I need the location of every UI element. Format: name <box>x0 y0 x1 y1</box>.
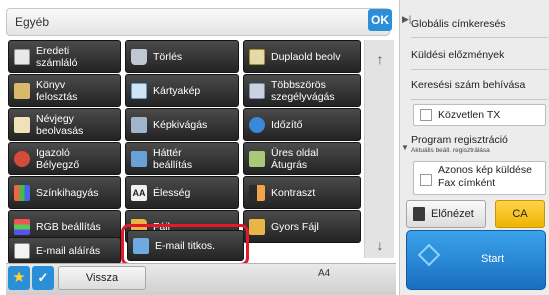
image-crop-button[interactable]: Képkivágás <box>125 108 239 141</box>
timer-button[interactable]: Időzítő <box>243 108 361 141</box>
global-address-search-button[interactable]: Globális címkeresés <box>411 10 548 38</box>
button-label: RGB beállítás <box>36 220 101 233</box>
button-label: Kártyakép <box>153 84 201 97</box>
scroll-down-icon[interactable]: ↓ <box>371 236 389 254</box>
search-number-recall-button[interactable]: Keresési szám behívása <box>411 70 548 100</box>
favorite-star-icon[interactable]: ★ <box>8 266 30 290</box>
book-divide-button[interactable]: Könyv felosztás <box>8 74 121 107</box>
scroll-up-icon[interactable]: ↑ <box>371 50 389 68</box>
rgb-adjust-icon <box>14 218 30 235</box>
erase-button[interactable]: Törlés <box>125 40 239 73</box>
button-label: Kontraszt <box>271 186 316 199</box>
button-label: Eredeti számláló <box>36 44 78 69</box>
selection-highlight <box>121 224 249 266</box>
start-label: Start <box>481 253 505 265</box>
same-image-fax-label: Azonos kép küldése Fax címként <box>438 164 532 189</box>
same-image-fax-checkbox[interactable]: Azonos kép küldése Fax címként <box>413 161 546 195</box>
paper-size-indicator: A4 <box>318 268 331 279</box>
preview-button[interactable]: Előnézet <box>406 200 486 228</box>
button-label: E-mail aláírás <box>36 244 101 257</box>
blank-page-skip-button[interactable]: Üres oldal Átugrás <box>243 142 361 175</box>
business-card-scan-button[interactable]: Névjegy beolvasás <box>8 108 121 141</box>
original-counter-button[interactable]: Eredeti számláló <box>8 40 121 73</box>
quick-file-button[interactable]: Gyors Fájl <box>243 210 361 243</box>
button-label: Duplaold beolv <box>271 50 341 63</box>
sharpness-icon: AA <box>131 184 147 201</box>
background-icon <box>131 150 147 167</box>
button-label: Könyv felosztás <box>36 78 78 103</box>
checkmark-icon[interactable]: ✓ <box>32 266 54 290</box>
button-label: Névjegy beolvasás <box>36 112 84 137</box>
card-shot-button[interactable]: Kártyakép <box>125 74 239 107</box>
multi-crop-icon <box>249 82 265 99</box>
button-label: Üres oldal Átugrás <box>271 146 319 171</box>
program-registration-label: Program regisztráció <box>411 134 508 146</box>
program-registration-sub: Aktuális beáll. regisztrálása <box>411 147 490 154</box>
send-history-button[interactable]: Küldési előzmények <box>411 40 548 70</box>
direct-tx-label: Közvetlen TX <box>438 109 501 121</box>
direct-tx-checkbox[interactable]: Közvetlen TX <box>413 104 546 126</box>
duplex-scan-icon <box>249 48 265 65</box>
contrast-button[interactable]: Kontraszt <box>243 176 361 209</box>
image-crop-icon <box>131 116 147 133</box>
color-skip-button[interactable]: Színkihagyás <box>8 176 121 209</box>
panel-collapse-icon[interactable]: ▶| <box>402 14 411 25</box>
button-label: Időzítő <box>271 118 303 131</box>
erase-icon <box>131 48 147 65</box>
page-title: Egyéb <box>15 15 50 29</box>
clock-icon <box>249 116 265 133</box>
preview-label: Előnézet <box>431 208 474 220</box>
email-signature-button[interactable]: E-mail aláírás <box>8 237 121 264</box>
preview-icon <box>413 207 425 221</box>
original-counter-icon <box>14 48 30 65</box>
checkbox-icon <box>420 174 432 186</box>
button-label: Háttér beállítás <box>153 146 193 171</box>
duplex-scan-button[interactable]: Duplaold beolv <box>243 40 361 73</box>
back-button[interactable]: Vissza <box>58 266 146 290</box>
sharpness-button[interactable]: AA Élesség <box>125 176 239 209</box>
multi-crop-button[interactable]: Többszörös szegélyvágás <box>243 74 361 107</box>
stamp-icon <box>14 150 30 167</box>
button-label: Élesség <box>153 186 191 199</box>
business-card-icon <box>14 116 30 133</box>
blank-page-icon <box>249 150 265 167</box>
checkbox-icon <box>420 109 432 121</box>
button-label: Igazoló Bélyegző <box>36 146 80 171</box>
header-bar: Egyéb <box>6 8 390 36</box>
start-diamond-icon <box>417 243 441 267</box>
panel-scroll-down-icon[interactable]: ▼ <box>401 143 409 152</box>
quick-file-icon <box>249 218 265 235</box>
contrast-icon <box>249 184 265 201</box>
background-adjust-button[interactable]: Háttér beállítás <box>125 142 239 175</box>
button-label: Gyors Fájl <box>271 220 319 233</box>
book-divide-icon <box>14 82 30 99</box>
card-shot-icon <box>131 82 147 99</box>
color-skip-icon <box>14 184 30 201</box>
grid-scrollbar[interactable]: ↑ ↓ <box>364 40 394 258</box>
button-label: Törlés <box>153 50 183 63</box>
scan-settings-screen: Egyéb OK Eredeti számláló Törlés Duplaol… <box>0 0 549 295</box>
button-label: Színkihagyás <box>36 186 99 199</box>
button-label: Többszörös szegélyvágás <box>271 78 335 103</box>
verification-stamp-button[interactable]: Igazoló Bélyegző <box>8 142 121 175</box>
clear-all-button[interactable]: CA <box>495 200 545 228</box>
email-sign-icon <box>14 242 30 259</box>
program-registration-button[interactable]: Program regisztráció Aktuális beáll. reg… <box>411 131 548 159</box>
ok-button[interactable]: OK <box>368 9 392 31</box>
start-button[interactable]: Start <box>406 230 546 290</box>
button-label: Képkivágás <box>153 118 208 131</box>
